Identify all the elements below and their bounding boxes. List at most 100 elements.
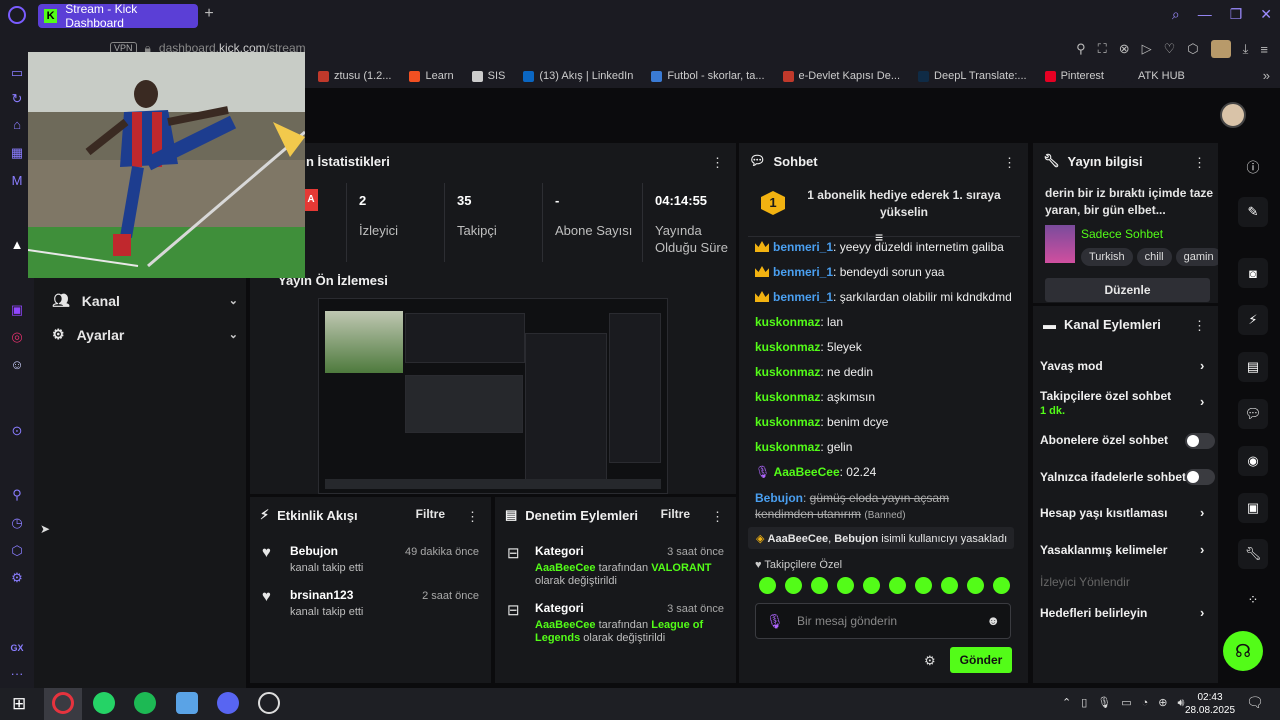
gift-leaderboard-text[interactable]: 1 abonelik hediye ederek 1. sıraya yükse… (799, 187, 1009, 221)
twitch-icon[interactable]: ▣ (9, 302, 25, 318)
category-name[interactable]: Sadece Sohbet (1081, 227, 1163, 241)
minimize-icon[interactable]: — (1198, 6, 1212, 23)
emote-icon[interactable] (993, 577, 1010, 594)
chat-icon[interactable]: 💬︎ (1238, 399, 1268, 429)
mail-icon[interactable]: M (9, 173, 25, 189)
restore-icon[interactable]: ❐ (1230, 6, 1243, 23)
tab-kick-dashboard[interactable]: K Stream - Kick Dashboard (38, 2, 198, 30)
chat-username[interactable]: AaaBeeCee (774, 465, 840, 479)
bookmark-item[interactable]: ATK HUB (1122, 70, 1185, 82)
subs-only-toggle[interactable] (1185, 433, 1215, 449)
edit-button[interactable]: Düzenle (1045, 278, 1210, 302)
chat-username[interactable]: benmeri_1 (773, 240, 833, 254)
emote-icon[interactable] (785, 577, 802, 594)
camera-icon[interactable]: ◙ (1238, 258, 1268, 288)
mic-icon[interactable]: 🎙︎ (766, 613, 784, 630)
profile-avatar[interactable] (1210, 40, 1231, 58)
clock[interactable]: 02:43 28.08.2025 (1185, 691, 1235, 717)
player-icon[interactable]: ⊙ (9, 423, 25, 439)
edit-icon[interactable]: ✎ (1238, 197, 1268, 227)
document-icon[interactable]: ▤ (1238, 352, 1268, 382)
mod-filter-button[interactable]: Filtre (661, 507, 690, 521)
settings-icon[interactable]: ⚙ (9, 570, 25, 586)
messenger-icon[interactable]: ▭ (9, 65, 25, 81)
menu-item-ayarlar[interactable]: ⚙ Ayarlar ⌄ (52, 326, 252, 343)
opera-gx-taskbar-icon[interactable] (52, 692, 74, 714)
bookmark-item[interactable]: (13) Akış | LinkedIn (523, 70, 633, 82)
emote-icon[interactable] (967, 577, 984, 594)
chat-username[interactable]: kuskonmaz (755, 315, 820, 329)
chat-username[interactable]: kuskonmaz (755, 365, 820, 379)
bookmarks-more-icon[interactable]: » (1263, 68, 1270, 83)
bolt-icon[interactable]: ⚡︎ (1238, 305, 1268, 335)
whatsapp-taskbar-icon[interactable] (93, 692, 115, 714)
history-icon[interactable]: ◷ (9, 515, 25, 531)
chat-username[interactable]: kuskonmaz (755, 390, 820, 404)
menu-icon[interactable]: ≡ (1260, 42, 1268, 57)
wrench-icon[interactable]: 🔧︎ (1238, 539, 1268, 569)
chat-username[interactable]: kuskonmaz (755, 340, 820, 354)
emote-icon[interactable] (837, 577, 854, 594)
new-tab-button[interactable]: + (202, 6, 216, 22)
emote-icon[interactable] (759, 577, 776, 594)
emotes-only-toggle[interactable] (1185, 469, 1215, 485)
extensions-icon[interactable]: ⬡ (9, 543, 25, 559)
bookmark-item[interactable]: Learn (409, 70, 454, 82)
play-icon[interactable]: ▷ (1142, 41, 1152, 57)
bookmark-item[interactable]: SIS (471, 70, 505, 82)
layout-icon[interactable]: ▣ (1238, 493, 1268, 523)
obs-taskbar-icon[interactable] (258, 692, 280, 714)
system-tray-icons[interactable]: ⌃▯🎙︎▭◔⊕🔊︎ (1062, 696, 1194, 710)
apps-icon[interactable]: ⁘ (1238, 585, 1268, 615)
pin-icon[interactable]: ⚲ (1076, 41, 1086, 57)
opera-logo-icon[interactable] (8, 6, 26, 24)
app-taskbar-icon[interactable] (176, 692, 198, 714)
emote-icon[interactable] (915, 577, 932, 594)
tag[interactable]: chill (1136, 248, 1172, 266)
goals-item[interactable]: Hedefleri belirleyin (1040, 606, 1220, 620)
kebab-menu-icon[interactable]: ⋮ (711, 155, 724, 171)
preview-video[interactable] (318, 298, 668, 494)
download-icon[interactable]: ⤓ (1243, 41, 1249, 57)
chat-username[interactable]: benmeri_1 (773, 265, 833, 279)
emote-icon[interactable] (889, 577, 906, 594)
tag[interactable]: gamin (1175, 248, 1218, 266)
search-icon[interactable]: ⌕ (1172, 6, 1180, 23)
chat-settings-icon[interactable]: ⚙ (924, 653, 936, 669)
menu-item-kanal[interactable]: 👥︎ Kanal ⌄ (52, 292, 252, 309)
chat-username[interactable]: kuskonmaz (755, 440, 820, 454)
user-avatar[interactable] (1220, 102, 1246, 128)
home-icon[interactable]: ⌂ (9, 117, 25, 133)
send-button[interactable]: Gönder (950, 647, 1012, 673)
grid-icon[interactable]: ▦ (9, 145, 25, 161)
chat-input[interactable]: 🎙︎ Bir mesaj gönderin ☻ (755, 603, 1011, 639)
close-icon[interactable]: ✕ (1260, 6, 1272, 23)
emote-icon[interactable] (863, 577, 880, 594)
bookmark-item[interactable]: e-Devlet Kapısı De... (782, 70, 900, 82)
followers-only-item[interactable]: Takipçilere özel sohbet 1 dk. (1040, 389, 1220, 417)
kebab-menu-icon[interactable]: ⋮ (1193, 155, 1206, 171)
activity-filter-button[interactable]: Filtre (416, 507, 445, 521)
kebab-menu-icon[interactable]: ⋮ (1003, 155, 1016, 171)
windows-start-icon[interactable]: ⊞ (12, 694, 26, 714)
pin-icon[interactable]: ⚲ (9, 487, 25, 503)
emote-icon[interactable] (941, 577, 958, 594)
chat-username[interactable]: kuskonmaz (755, 415, 820, 429)
refresh-icon[interactable]: ↻ (9, 91, 25, 107)
bookmark-item[interactable]: Futbol - skorlar, ta... (651, 70, 765, 82)
slow-mode-item[interactable]: Yavaş mod (1040, 359, 1220, 373)
snapshot-icon[interactable]: ⛶ (1098, 41, 1107, 57)
account-age-item[interactable]: Hesap yaşı kısıtlaması (1040, 506, 1220, 520)
bookmark-item[interactable]: DeepL Translate:... (918, 70, 1027, 82)
info-icon[interactable]: ⓘ (1238, 151, 1268, 181)
extensions-icon[interactable]: ⬡ (1187, 41, 1198, 57)
gx-icon[interactable]: GX (9, 640, 25, 656)
banned-words-item[interactable]: Yasaklanmış kelimeler (1040, 543, 1220, 557)
bookmark-item[interactable]: Pinterest (1044, 70, 1104, 82)
headset-icon[interactable]: ☊ (1223, 631, 1263, 671)
bookmark-item[interactable]: ztusu (1.2... (318, 70, 391, 82)
aria-icon[interactable]: ▲ (9, 237, 25, 253)
heart-icon[interactable]: ♡ (1164, 41, 1176, 57)
kebab-menu-icon[interactable]: ⋮ (1193, 318, 1206, 334)
adblock-icon[interactable]: ⊗ (1119, 41, 1130, 57)
